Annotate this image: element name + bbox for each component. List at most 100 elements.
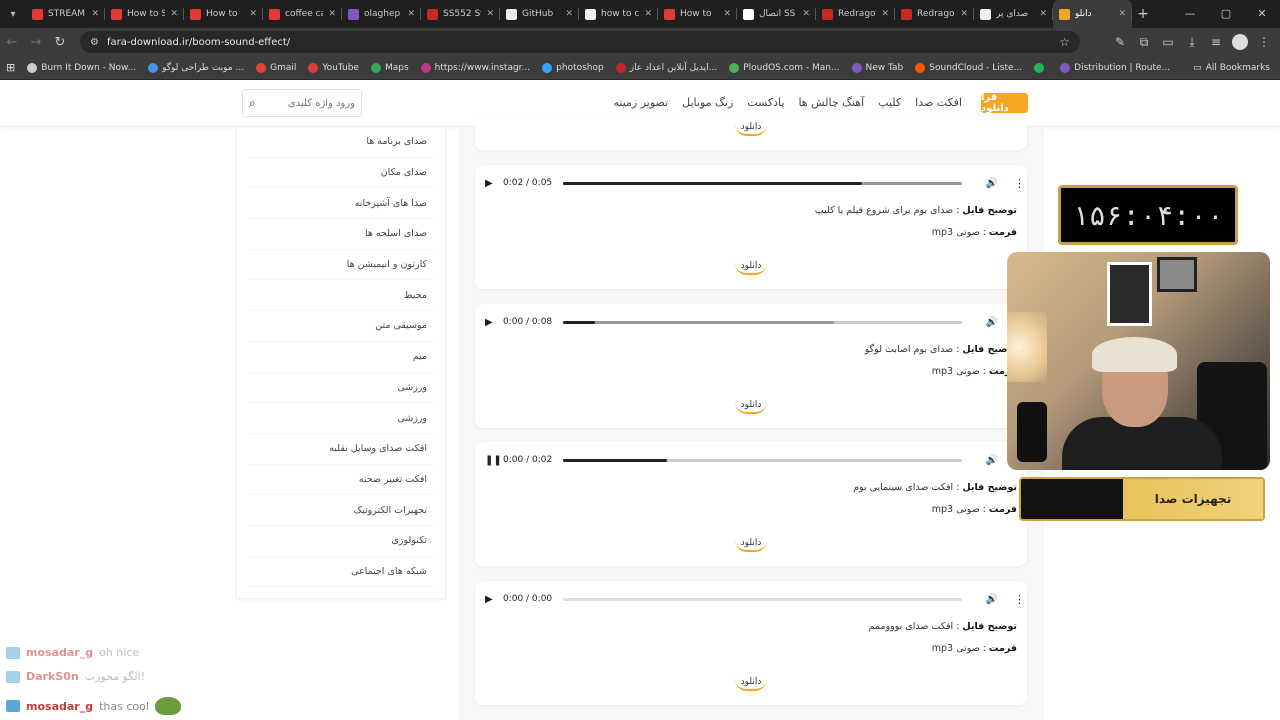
volume-icon[interactable]: 🔊	[986, 178, 998, 189]
sidebar-category-item[interactable]: صدا های آشپزخانه	[249, 188, 433, 220]
bookmark-item[interactable]: Burn It Down - Now...	[27, 62, 136, 73]
browser-tab[interactable]: How to S ✕	[105, 0, 184, 28]
nav-item[interactable]: کلیپ	[878, 96, 901, 109]
volume-icon[interactable]: 🔊	[986, 317, 998, 328]
bookmark-item[interactable]: PloudOS.com - Man...	[729, 62, 840, 73]
maximize-icon[interactable]: ▢	[1208, 0, 1244, 28]
browser-tab[interactable]: Redrago ✕	[816, 0, 895, 28]
browser-tab[interactable]: Redrago ✕	[895, 0, 974, 28]
tab-close-icon[interactable]: ✕	[249, 9, 257, 19]
tab-close-icon[interactable]: ✕	[565, 9, 573, 19]
tab-close-icon[interactable]: ✕	[644, 9, 652, 19]
browser-tab[interactable]: How to ✕	[184, 0, 263, 28]
volume-icon[interactable]: 🔊	[986, 594, 998, 605]
tab-close-icon[interactable]: ✕	[881, 9, 889, 19]
close-window-icon[interactable]: ✕	[1244, 0, 1280, 28]
tab-close-icon[interactable]: ✕	[328, 9, 336, 19]
nav-item[interactable]: افکت صدا	[915, 96, 962, 109]
bookmark-item[interactable]: New Tab	[851, 62, 903, 73]
url-bar[interactable]: ⚙ fara-download.ir/boom-sound-effect/ ☆	[80, 31, 1080, 53]
sidebar-category-item[interactable]: میم	[249, 342, 433, 373]
play-icon[interactable]: ▶	[485, 594, 497, 605]
tab-close-icon[interactable]: ✕	[723, 9, 731, 19]
audio-seek-slider[interactable]	[562, 458, 962, 462]
back-icon[interactable]: ←	[0, 35, 24, 50]
browser-tab[interactable]: STREAM ✕	[26, 0, 105, 28]
download-button[interactable]: دانلود	[735, 538, 767, 552]
download-button[interactable]: دانلود	[735, 261, 767, 275]
browser-tab[interactable]: GitHub ✕	[500, 0, 579, 28]
play-icon[interactable]: ▶	[485, 178, 497, 189]
tab-close-icon[interactable]: ✕	[1039, 9, 1047, 19]
download-button[interactable]: دانلود	[735, 677, 767, 691]
tab-close-icon[interactable]: ✕	[91, 9, 99, 19]
bookmark-item[interactable]: ایدیل آنلاین اعداد عاز...	[615, 62, 717, 73]
bookmark-star-icon[interactable]: ☆	[1059, 35, 1070, 49]
browser-tab[interactable]: اتصال SS ✕	[737, 0, 816, 28]
browser-tab[interactable]: صدای پر ✕	[974, 0, 1053, 28]
menu-icon[interactable]: ⋮	[1256, 35, 1272, 49]
site-info-icon[interactable]: ⚙	[90, 37, 99, 48]
tab-close-icon[interactable]: ✕	[486, 9, 494, 19]
sidebar-category-item[interactable]: افکت صدای وسایل نقلیه	[249, 434, 433, 465]
more-options-icon[interactable]: ⋮	[1014, 177, 1025, 190]
media-icon[interactable]: ≡	[1208, 35, 1224, 49]
bookmark-item[interactable]: Distribution | Route...	[1060, 62, 1170, 73]
forward-icon[interactable]: →	[24, 35, 48, 50]
browser-tab[interactable]: SS552 St ✕	[421, 0, 500, 28]
bookmark-item[interactable]: YouTube	[308, 62, 359, 73]
browser-tab[interactable]: how to c ✕	[579, 0, 658, 28]
tab-close-icon[interactable]: ✕	[170, 9, 178, 19]
sidebar-category-item[interactable]: موسیقی متن	[249, 311, 433, 342]
nav-item[interactable]: آهنگ چالش ها	[798, 96, 864, 109]
tab-close-icon[interactable]: ✕	[1118, 9, 1126, 19]
volume-icon[interactable]: 🔊	[986, 455, 998, 466]
bookmark-item[interactable]: photoshop	[542, 62, 604, 73]
pause-icon[interactable]: ❚❚	[485, 455, 502, 466]
sidebar-category-item[interactable]: ورزشی	[249, 403, 433, 434]
sidebar-category-item[interactable]: ورزشی	[249, 373, 433, 404]
browser-tab[interactable]: coffee ca ✕	[263, 0, 342, 28]
sidebar-icon[interactable]: ▭	[1160, 35, 1176, 49]
audio-seek-slider[interactable]	[562, 320, 962, 324]
new-tab-button[interactable]: +	[1132, 6, 1154, 22]
sidebar-category-item[interactable]: صدای اسلحه ها	[249, 219, 433, 250]
sidebar-category-item[interactable]: افکت تغییر صحنه	[249, 465, 433, 496]
all-bookmarks-button[interactable]: ▭ All Bookmarks	[1193, 56, 1270, 80]
download-icon[interactable]: ⤓	[1184, 35, 1200, 50]
download-button[interactable]: دانلود	[735, 400, 767, 414]
sidebar-category-item[interactable]: محیط	[249, 280, 433, 312]
site-logo[interactable]: فرا دانلود	[981, 92, 1028, 114]
profile-avatar-icon[interactable]	[1232, 34, 1248, 50]
more-options-icon[interactable]: ⋮	[1014, 593, 1025, 606]
browser-tab[interactable]: olaghep ✕	[342, 0, 421, 28]
sidebar-category-item[interactable]: کارتون و انیمیشن ها	[249, 250, 433, 281]
bookmark-item[interactable]: SoundCloud - Liste...	[915, 62, 1022, 73]
nav-item[interactable]: پادکست	[747, 96, 784, 109]
tab-close-icon[interactable]: ✕	[960, 9, 968, 19]
reload-icon[interactable]: ↻	[48, 35, 72, 50]
minimize-icon[interactable]: —	[1172, 0, 1208, 28]
search-icon[interactable]: ⌕	[249, 96, 256, 111]
browser-tab[interactable]: دانلو ✕	[1053, 0, 1132, 28]
extensions-puzzle-icon[interactable]: ⧉	[1136, 35, 1152, 50]
nav-item[interactable]: تصویر زمینه	[614, 96, 669, 109]
sidebar-category-item[interactable]: تجهیزات الکترونیک	[249, 495, 433, 526]
bookmark-item[interactable]: موبت طراحی لوگو ...	[148, 62, 244, 73]
bookmark-item[interactable]: Maps	[370, 62, 409, 73]
audio-seek-slider[interactable]	[562, 597, 962, 601]
sidebar-category-item[interactable]: تکنولوژی	[249, 526, 433, 557]
extension-icon[interactable]: ✎	[1112, 35, 1128, 49]
search-input[interactable]	[261, 97, 355, 109]
tab-search-icon[interactable]: ▾	[0, 0, 26, 28]
tab-close-icon[interactable]: ✕	[407, 9, 415, 19]
bookmark-item[interactable]: https://www.instagr...	[420, 62, 530, 73]
sidebar-category-item[interactable]: صدای برنامه ها	[249, 127, 433, 158]
play-icon[interactable]: ▶	[485, 317, 497, 328]
audio-seek-slider[interactable]	[562, 181, 962, 185]
download-button[interactable]: دانلود	[735, 122, 767, 136]
sidebar-category-item[interactable]: صدای مکان	[249, 158, 433, 189]
bookmark-item[interactable]: Gmail	[256, 62, 296, 73]
browser-tab[interactable]: How to ✕	[658, 0, 737, 28]
apps-grid-icon[interactable]: ⊞	[6, 61, 15, 74]
